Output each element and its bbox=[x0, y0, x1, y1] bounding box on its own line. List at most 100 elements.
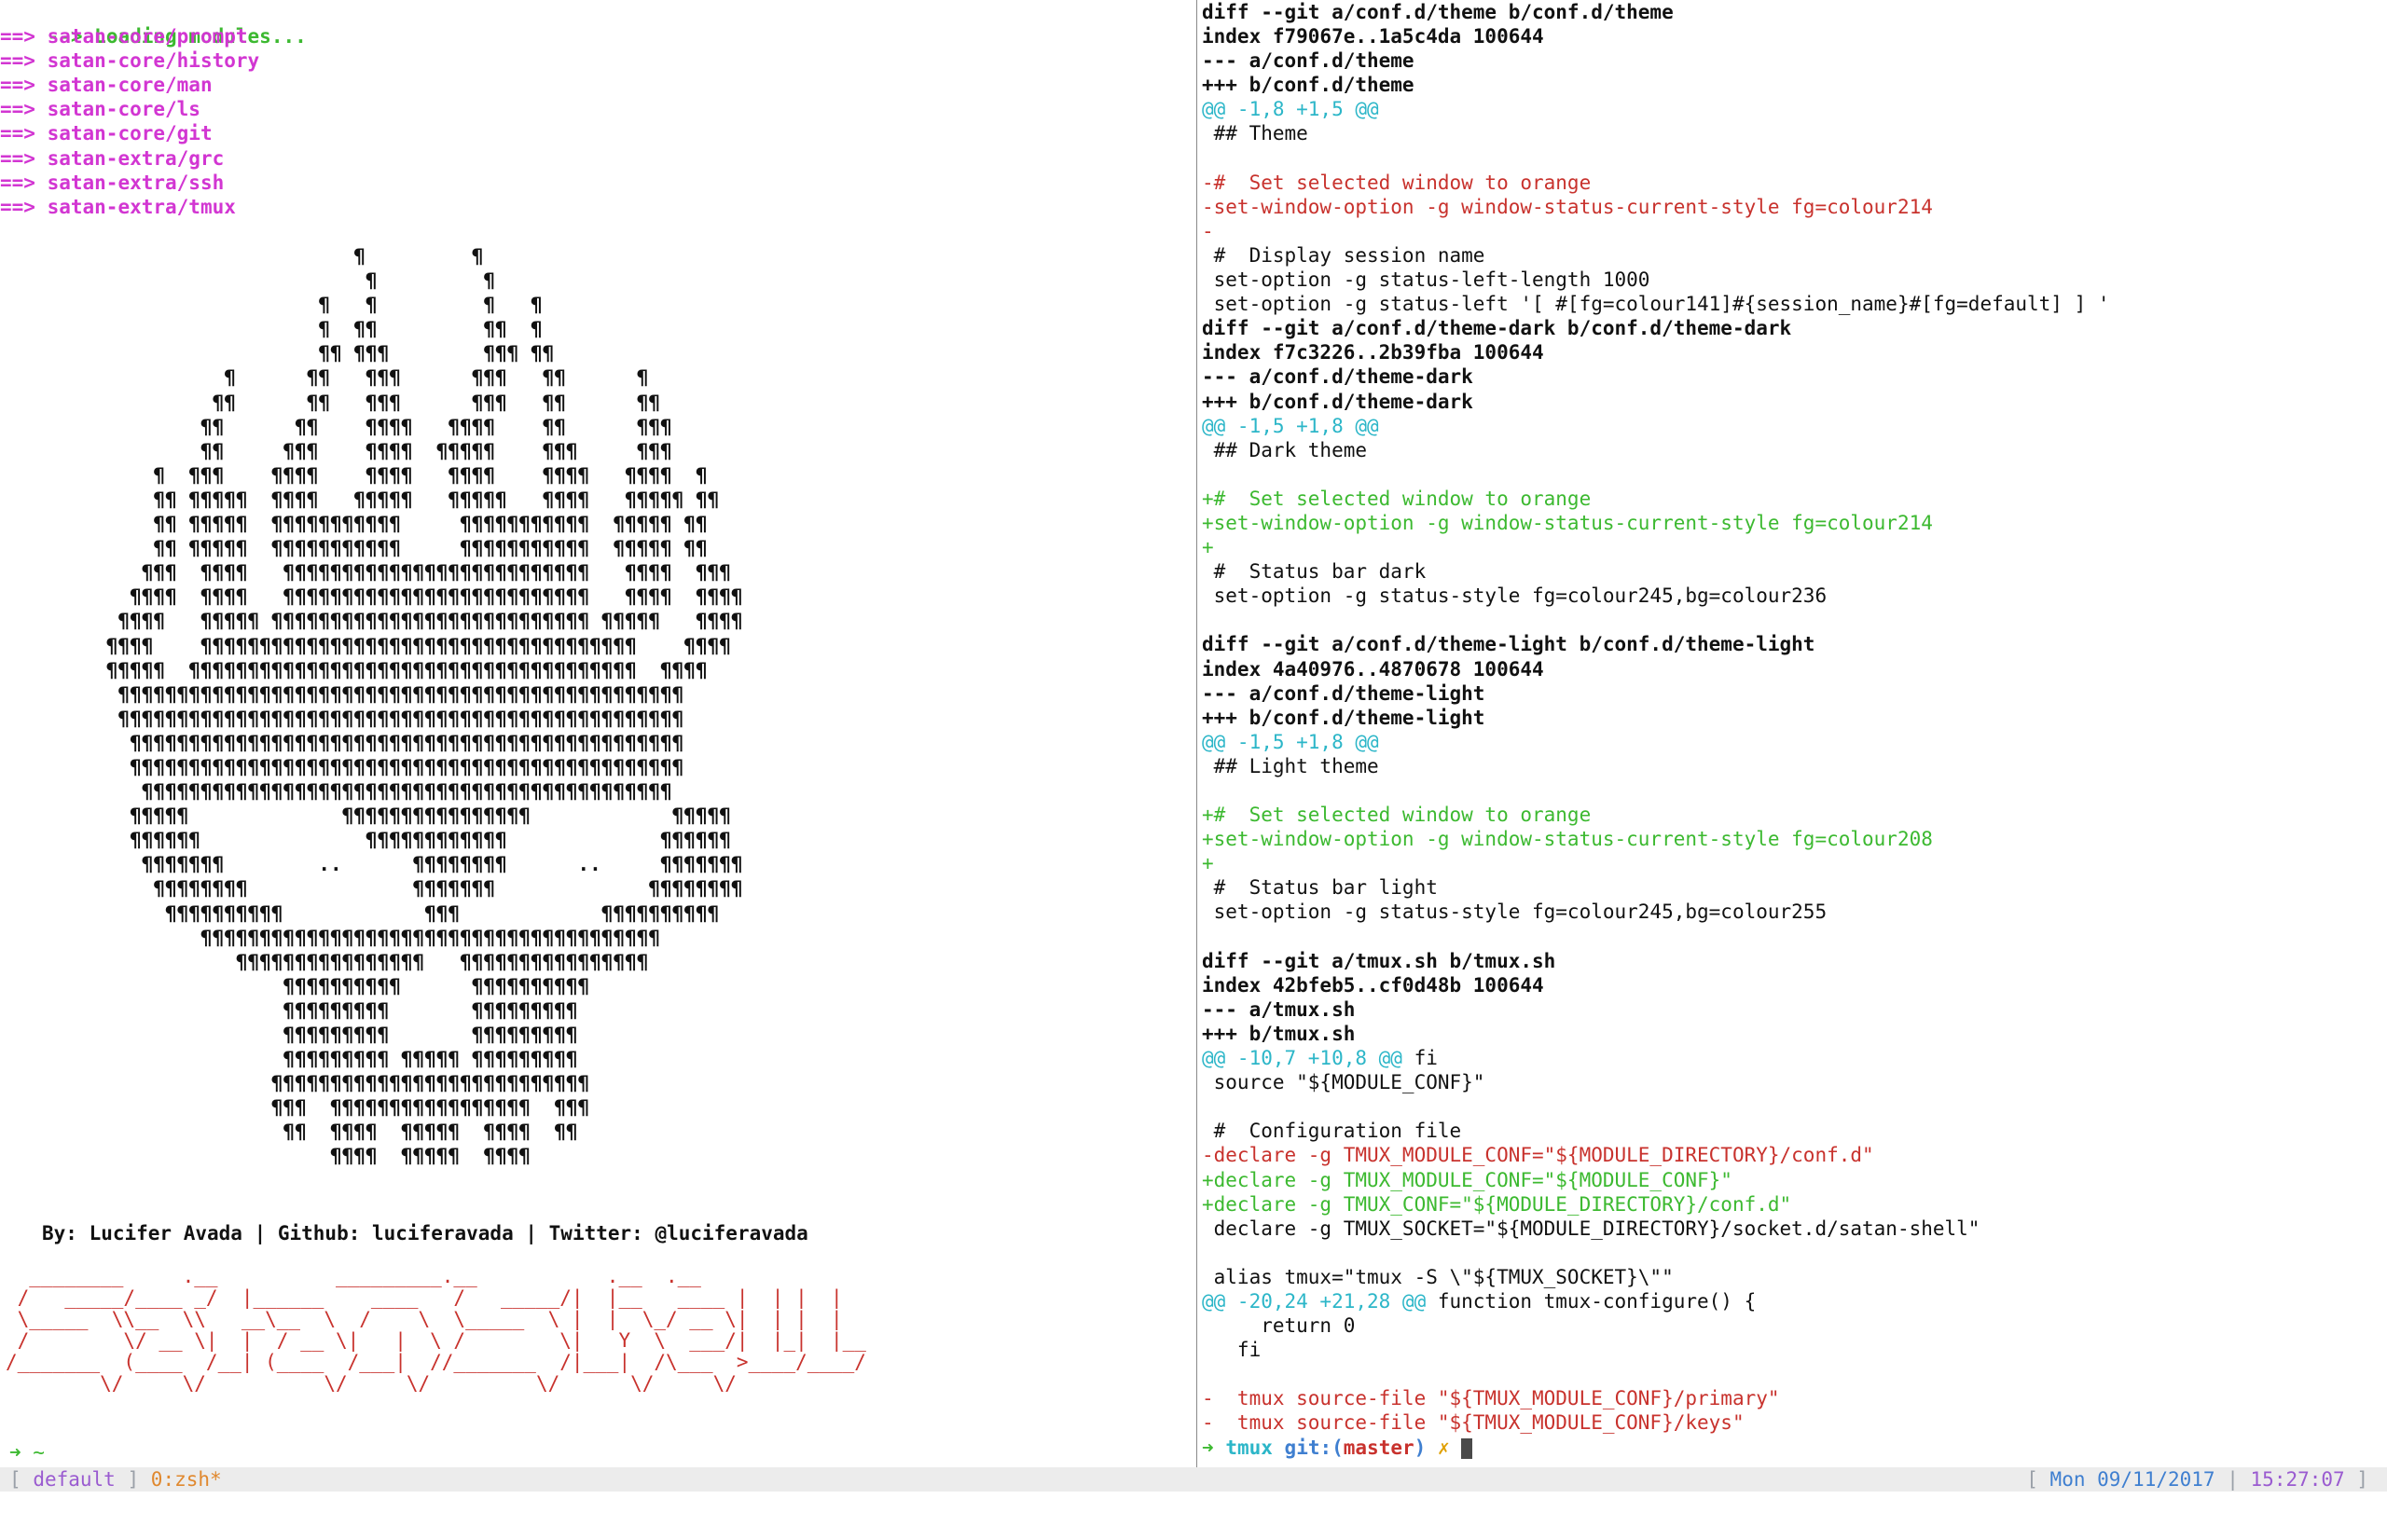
diff-line: - bbox=[1202, 219, 2387, 243]
diff-line-text: +++ b/conf.d/theme bbox=[1202, 74, 1414, 97]
module-name: satan-core/prompt bbox=[47, 25, 248, 48]
right-terminal-pane[interactable]: diff --git a/conf.d/theme b/conf.d/theme… bbox=[1202, 0, 2387, 1467]
diff-line-text: @@ -1,5 +1,8 @@ bbox=[1202, 730, 1379, 753]
loading-line: --> Loading modules... bbox=[0, 0, 1194, 48]
diff-line-text: +++ b/conf.d/theme-dark bbox=[1202, 390, 1473, 413]
ascii-art-row: ¶¶¶¶ ¶¶¶¶¶¶¶¶¶¶¶¶¶¶¶¶¶¶¶¶¶¶¶¶¶¶¶¶¶¶¶¶¶¶¶… bbox=[0, 634, 731, 657]
ascii-art-row: ¶¶¶¶¶ ¶¶¶¶¶¶¶¶¶¶¶¶¶¶¶¶ ¶¶¶¶¶ bbox=[0, 804, 731, 828]
diff-line: declare -g TMUX_SOCKET="${MODULE_DIRECTO… bbox=[1202, 1217, 2387, 1241]
status-right: [ Mon 09/11/2017 | 15:27:07 ] bbox=[2026, 1467, 2368, 1492]
diff-line: +declare -g TMUX_MODULE_CONF="${MODULE_C… bbox=[1202, 1168, 2387, 1192]
diff-line-text: index f7c3226..2b39fba 100644 bbox=[1202, 341, 1544, 364]
pane-divider[interactable] bbox=[1196, 0, 1197, 1467]
diff-line-text: declare -g TMUX_SOCKET="${MODULE_DIRECTO… bbox=[1202, 1217, 1980, 1240]
ascii-art-row: ¶ ¶ bbox=[0, 269, 496, 293]
ascii-art-row: ¶¶¶¶¶¶¶ .. ¶¶¶¶¶¶¶¶ .. ¶¶¶¶¶¶¶ bbox=[0, 853, 743, 876]
diff-line-text: -declare -g TMUX_MODULE_CONF="${MODULE_D… bbox=[1202, 1144, 1874, 1167]
diff-line: index 42bfeb5..cf0d48b 100644 bbox=[1202, 973, 2387, 997]
ascii-art-row: ¶¶¶¶¶¶ ¶¶¶¶¶¶¶¶¶¶¶¶ ¶¶¶¶¶¶ bbox=[0, 829, 731, 852]
ascii-art-row: ¶ ¶¶¶ ¶¶¶¶ ¶¶¶¶ ¶¶¶¶ ¶¶¶¶ ¶¶¶¶ ¶ bbox=[0, 463, 708, 487]
left-terminal-pane[interactable]: --> Loading modules... ==> satan-core/pr… bbox=[0, 0, 1194, 1467]
window-tab-zsh[interactable]: 0:zsh* bbox=[151, 1468, 222, 1491]
module-arrow: ==> bbox=[0, 171, 35, 194]
module-line: ==> satan-core/ls bbox=[0, 97, 1194, 121]
module-name: satan-core/git bbox=[47, 122, 213, 145]
diff-line-text: diff --git a/conf.d/theme-dark b/conf.d/… bbox=[1202, 317, 1792, 340]
diff-line-text: +++ b/tmux.sh bbox=[1202, 1022, 1356, 1045]
diff-line bbox=[1202, 778, 2387, 803]
ascii-art-flame-skull: ¶ ¶ ¶ ¶ ¶ ¶ ¶ ¶ ¶ ¶¶ ¶¶ ¶ ¶¶ ¶¶¶ ¶¶¶ ¶¶ bbox=[0, 244, 743, 1169]
session-bracket-open: [ bbox=[9, 1468, 21, 1491]
ascii-art-row: ¶¶¶¶¶¶¶¶ ¶¶¶¶¶¶¶ ¶¶¶¶¶¶¶¶ bbox=[0, 877, 743, 901]
diff-line: diff --git a/conf.d/theme-dark b/conf.d/… bbox=[1202, 316, 2387, 340]
diff-line: @@ -20,24 +21,28 @@ function tmux-config… bbox=[1202, 1289, 2387, 1313]
module-name: satan-core/ls bbox=[47, 98, 200, 121]
ascii-art-row: ¶¶ ¶¶¶ ¶¶¶¶ ¶¶¶¶¶ ¶¶¶ ¶¶¶ bbox=[0, 439, 672, 462]
status-right-bracket-close: ] bbox=[2356, 1468, 2368, 1491]
diff-line: --- a/conf.d/theme-dark bbox=[1202, 364, 2387, 389]
diff-line: # Display session name bbox=[1202, 243, 2387, 268]
ascii-art-row: ¶ ¶¶ ¶¶ ¶ bbox=[0, 318, 543, 341]
ascii-art-row: ¶¶ ¶¶¶ ¶¶¶ ¶¶ bbox=[0, 342, 555, 365]
diff-line-text: @@ -1,5 +1,8 @@ bbox=[1202, 414, 1379, 437]
diff-line: index 4a40976..4870678 100644 bbox=[1202, 657, 2387, 681]
diff-line: fi bbox=[1202, 1338, 2387, 1362]
ascii-art-row: ¶ ¶¶ ¶¶¶ ¶¶¶ ¶¶ ¶ bbox=[0, 366, 649, 390]
module-name: satan-extra/ssh bbox=[47, 171, 225, 194]
module-line: ==> satan-extra/tmux bbox=[0, 195, 1194, 219]
diff-line-text: -set-window-option -g window-status-curr… bbox=[1202, 195, 1933, 218]
diff-line-text: @@ -10,7 +10,8 @@ bbox=[1202, 1047, 1402, 1070]
diff-line-text: source "${MODULE_CONF}" bbox=[1202, 1071, 1485, 1094]
module-arrow: ==> bbox=[0, 25, 35, 48]
ascii-art-row: ¶¶¶¶¶¶¶¶¶¶¶¶¶¶¶¶ ¶¶¶¶¶¶¶¶¶¶¶¶¶¶¶¶ bbox=[0, 950, 649, 973]
diff-line: +set-window-option -g window-status-curr… bbox=[1202, 827, 2387, 851]
left-shell-prompt[interactable]: ➜ ~ bbox=[9, 1440, 45, 1464]
hunk-context: function tmux-configure() { bbox=[1426, 1289, 1757, 1313]
diff-line: ## Theme bbox=[1202, 121, 2387, 145]
diff-line-text: alias tmux="tmux -S \"${TMUX_SOCKET}\"" bbox=[1202, 1265, 1674, 1288]
ascii-art-row: ¶¶¶¶ ¶¶¶¶ ¶¶¶¶¶¶¶¶¶¶¶¶¶¶¶¶¶¶¶¶¶¶¶¶¶¶ ¶¶¶… bbox=[0, 585, 743, 609]
diff-line: source "${MODULE_CONF}" bbox=[1202, 1070, 2387, 1094]
diff-line-text: diff --git a/tmux.sh b/tmux.sh bbox=[1202, 949, 1556, 972]
diff-line: +++ b/conf.d/theme-dark bbox=[1202, 390, 2387, 414]
ascii-art-row: ¶¶ ¶¶ ¶¶¶¶ ¶¶¶¶ ¶¶ ¶¶¶ bbox=[0, 415, 672, 438]
diff-line-text: +declare -g TMUX_MODULE_CONF="${MODULE_C… bbox=[1202, 1168, 1732, 1191]
status-time: 15:27:07 bbox=[2250, 1468, 2345, 1491]
diff-line-text: +++ b/conf.d/theme-light bbox=[1202, 706, 1485, 729]
diff-line: set-option -g status-left '[ #[fg=colour… bbox=[1202, 292, 2387, 316]
ascii-art-row: ¶¶¶¶¶¶¶¶¶¶¶¶¶¶¶¶¶¶¶¶¶¶¶¶¶¶¶¶¶¶¶¶¶¶¶¶¶¶¶¶… bbox=[0, 731, 684, 754]
satan-shell-banner: ________ .__ _________.__ .__ .__ / ____… bbox=[6, 1266, 866, 1395]
author-byline: By: Lucifer Avada | Github: luciferavada… bbox=[42, 1222, 808, 1244]
module-name: satan-extra/tmux bbox=[47, 195, 236, 218]
diff-line bbox=[1202, 1094, 2387, 1119]
diff-line bbox=[1202, 1362, 2387, 1386]
module-arrow: ==> bbox=[0, 49, 35, 73]
prompt-directory: tmux bbox=[1225, 1436, 1273, 1459]
diff-line: -# Set selected window to orange bbox=[1202, 171, 2387, 195]
diff-line: # Status bar light bbox=[1202, 875, 2387, 900]
hunk-context: fi bbox=[1401, 1047, 1438, 1070]
diff-line: ## Dark theme bbox=[1202, 438, 2387, 462]
diff-line-text: diff --git a/conf.d/theme-light b/conf.d… bbox=[1202, 633, 1815, 656]
banner-row: \/ \/ \/ \/ \/ \/ \/ bbox=[6, 1372, 737, 1395]
banner-row: ________ .__ _________.__ .__ .__ bbox=[6, 1265, 701, 1287]
diff-line-text: + bbox=[1202, 852, 1214, 875]
diff-line: diff --git a/conf.d/theme b/conf.d/theme bbox=[1202, 0, 2387, 24]
module-arrow: ==> bbox=[0, 122, 35, 145]
status-date: Mon 09/11/2017 bbox=[2049, 1468, 2215, 1491]
diff-line-text: return 0 bbox=[1202, 1314, 1356, 1338]
diff-line-text: # Status bar dark bbox=[1202, 560, 1427, 584]
diff-line-text: @@ -20,24 +21,28 @@ bbox=[1202, 1289, 1427, 1313]
diff-line-text: -# Set selected window to orange bbox=[1202, 171, 1592, 194]
terminal-cursor bbox=[1461, 1437, 1473, 1459]
diff-line-text: # Status bar light bbox=[1202, 876, 1438, 900]
right-shell-prompt[interactable]: ➜ tmux git:(master) ✗ bbox=[1202, 1436, 2387, 1460]
diff-line-text: fi bbox=[1202, 1339, 1262, 1362]
ascii-art-row: ¶¶¶ ¶¶¶¶ ¶¶¶¶¶¶¶¶¶¶¶¶¶¶¶¶¶¶¶¶¶¶¶¶¶¶ ¶¶¶¶… bbox=[0, 561, 731, 584]
diff-line: +++ b/conf.d/theme bbox=[1202, 73, 2387, 97]
diff-line: ## Light theme bbox=[1202, 754, 2387, 778]
diff-line-text: set-option -g status-style fg=colour245,… bbox=[1202, 901, 1828, 924]
session-name[interactable]: default bbox=[33, 1468, 116, 1491]
ascii-art-row: ¶ ¶ bbox=[0, 245, 484, 268]
diff-line bbox=[1202, 925, 2387, 949]
